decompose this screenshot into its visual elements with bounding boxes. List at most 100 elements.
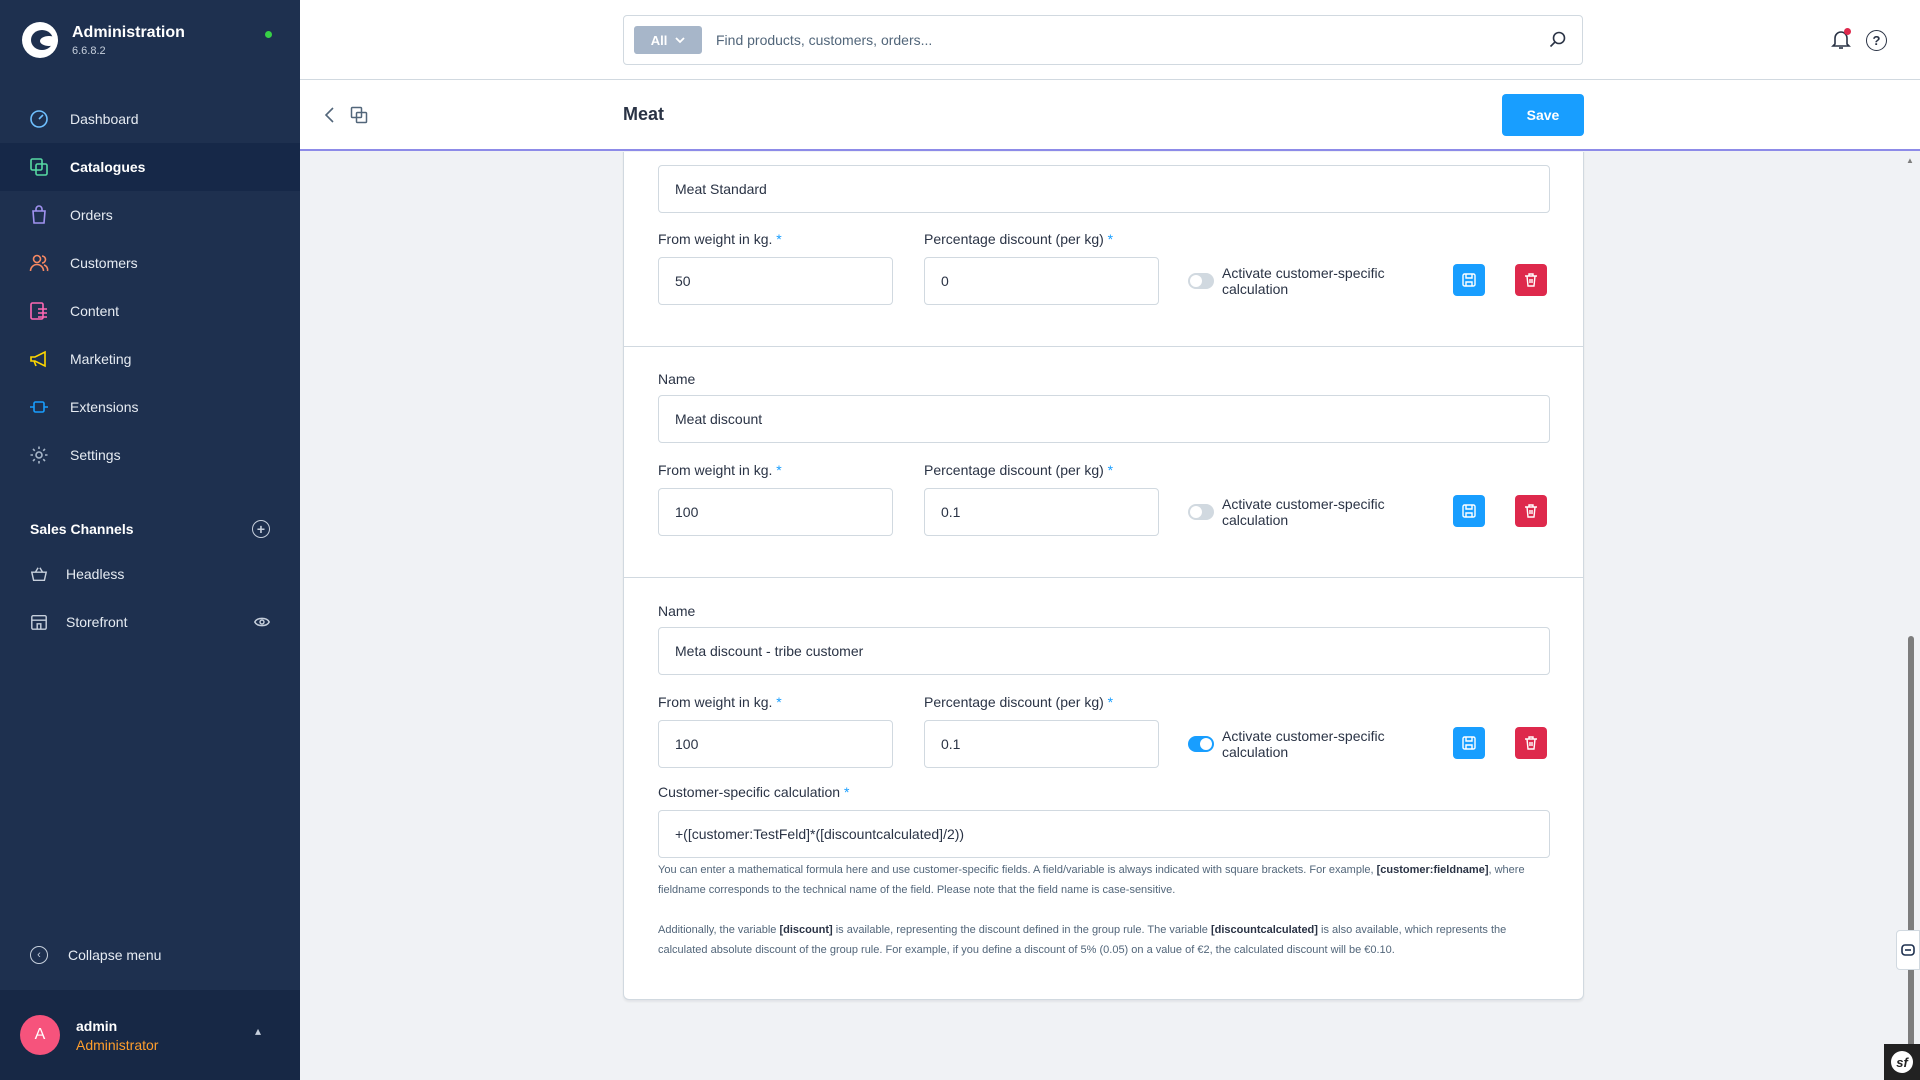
help-text-part: You can enter a mathematical formula her… — [658, 864, 1374, 876]
sidebar-item-marketing[interactable]: Marketing — [0, 335, 300, 383]
scrollbar-thumb[interactable] — [1908, 636, 1914, 1056]
save-rule-button[interactable] — [1453, 727, 1485, 759]
toggle-label-line2: calculation — [1222, 512, 1289, 528]
global-search: All — [623, 15, 1583, 65]
rule-name-field[interactable]: Meat discount — [658, 395, 1550, 443]
customer-specific-toggle-label: Activate customer-specific calculation — [1222, 728, 1422, 760]
sidebar-item-dashboard[interactable]: Dashboard — [0, 95, 300, 143]
group-rules-card: Name Meat Standard From weight in kg. * … — [623, 152, 1584, 1000]
from-weight-label-text: From weight in kg. — [658, 694, 773, 710]
percentage-discount-field[interactable]: 0.1 — [924, 488, 1159, 536]
toggle-label-line1: Activate customer-specific — [1222, 496, 1385, 512]
search-type-dropdown[interactable]: All — [634, 26, 702, 54]
percentage-discount-label: Percentage discount (per kg) * — [924, 231, 1113, 247]
from-weight-label: From weight in kg. * — [658, 462, 782, 478]
save-rule-button[interactable] — [1453, 264, 1485, 296]
from-weight-label-text: From weight in kg. — [658, 462, 773, 478]
save-button[interactable]: Save — [1502, 94, 1584, 136]
name-label: Name — [658, 603, 696, 619]
users-icon — [28, 252, 50, 274]
customer-specific-toggle[interactable] — [1188, 504, 1214, 520]
sidebar-item-customers[interactable]: Customers — [0, 239, 300, 287]
feedback-widget-icon[interactable] — [1896, 930, 1920, 970]
rule-name-field[interactable]: Meta discount - tribe customer — [658, 627, 1550, 675]
required-mark: * — [1107, 462, 1114, 478]
percentage-discount-field[interactable]: 0.1 — [924, 720, 1159, 768]
required-mark: * — [1107, 694, 1114, 710]
customer-calculation-field[interactable]: +([customer:TestFeld]*([discountcalculat… — [658, 810, 1550, 858]
sidebar-item-settings[interactable]: Settings — [0, 431, 300, 479]
sales-channel-label: Storefront — [66, 614, 128, 630]
help-icon[interactable]: ? — [1866, 30, 1887, 51]
sales-channels-title: Sales Channels — [30, 521, 134, 537]
help-text-code: [discountcalculated] — [1210, 924, 1318, 936]
required-mark: * — [843, 784, 850, 800]
rule-section: Name Meat discount From weight in kg. * … — [624, 347, 1583, 578]
main-nav: Dashboard Catalogues Orders Customers Co… — [0, 95, 300, 479]
smart-bar: Meat Save — [300, 80, 1920, 151]
sidebar-item-label: Extensions — [70, 399, 139, 415]
notification-badge — [1844, 28, 1851, 35]
from-weight-field[interactable]: 50 — [658, 257, 893, 305]
sales-channel-label: Headless — [66, 566, 125, 582]
sidebar-item-orders[interactable]: Orders — [0, 191, 300, 239]
topbar: All ? — [300, 0, 1920, 80]
required-mark: * — [776, 462, 782, 478]
chevron-up-icon: ▴ — [255, 1024, 262, 1038]
required-mark: * — [776, 694, 782, 710]
search-type-label: All — [650, 32, 668, 48]
from-weight-field[interactable]: 100 — [658, 720, 893, 768]
scroll-up-arrow-icon[interactable]: ▲ — [1906, 156, 1914, 165]
sidebar-item-content[interactable]: Content — [0, 287, 300, 335]
customer-specific-toggle[interactable] — [1188, 736, 1214, 752]
gear-icon — [28, 444, 50, 466]
main-content: Name Meat Standard From weight in kg. * … — [300, 152, 1920, 1080]
delete-rule-button[interactable] — [1515, 264, 1547, 296]
sidebar-item-extensions[interactable]: Extensions — [0, 383, 300, 431]
add-sales-channel-icon[interactable]: + — [252, 520, 270, 538]
customer-specific-toggle-label: Activate customer-specific calculation — [1222, 496, 1422, 528]
sales-channel-headless[interactable]: Headless — [0, 550, 300, 598]
user-role: Administrator — [76, 1037, 159, 1053]
collapse-menu-button[interactable]: ‹ Collapse menu — [30, 946, 161, 964]
help-text-part: is available, representing the discount … — [835, 924, 1208, 936]
trash-icon — [1525, 504, 1537, 518]
shopping-bag-icon — [28, 204, 50, 226]
basket-icon — [30, 565, 48, 583]
app-title: Administration — [72, 23, 185, 41]
sales-channel-storefront[interactable]: Storefront — [0, 598, 300, 646]
customer-specific-toggle[interactable] — [1188, 273, 1214, 289]
chevron-left-circle-icon: ‹ — [30, 946, 48, 964]
percentage-discount-label-text: Percentage discount (per kg) — [924, 231, 1104, 247]
shopware-logo-icon — [22, 22, 58, 58]
from-weight-field[interactable]: 100 — [658, 488, 893, 536]
avatar: A — [20, 1015, 60, 1055]
catalogue-icon — [28, 156, 50, 178]
search-input[interactable] — [716, 32, 1536, 48]
user-menu[interactable]: A admin Administrator ▴ — [0, 990, 300, 1080]
floppy-disk-icon — [1462, 736, 1476, 750]
app-version: 6.6.8.2 — [72, 44, 106, 57]
copy-icon[interactable] — [350, 106, 368, 124]
delete-rule-button[interactable] — [1515, 495, 1547, 527]
sidebar-item-label: Catalogues — [70, 159, 146, 175]
user-name: admin — [76, 1018, 118, 1034]
rule-name-field[interactable]: Meat Standard — [658, 165, 1550, 213]
delete-rule-button[interactable] — [1515, 727, 1547, 759]
rule-section: Name Meta discount - tribe customer From… — [624, 578, 1583, 999]
toggle-label-line1: Activate customer-specific — [1222, 728, 1385, 744]
sidebar-item-catalogues[interactable]: Catalogues — [0, 143, 300, 191]
brand[interactable]: Administration 6.6.8.2 — [22, 22, 185, 58]
megaphone-icon — [28, 348, 50, 370]
search-icon[interactable] — [1548, 30, 1568, 50]
collapse-menu-label: Collapse menu — [68, 947, 162, 963]
help-text-code: [customer:fieldname] — [1376, 864, 1489, 876]
save-rule-button[interactable] — [1453, 495, 1485, 527]
symfony-toolbar-icon[interactable]: sf — [1884, 1044, 1920, 1080]
chevron-left-icon[interactable] — [322, 105, 338, 125]
percentage-discount-field[interactable]: 0 — [924, 257, 1159, 305]
help-text-code: [discount] — [779, 924, 833, 936]
sidebar-item-label: Content — [70, 303, 120, 319]
plug-icon — [28, 396, 50, 418]
eye-icon[interactable] — [254, 614, 270, 630]
